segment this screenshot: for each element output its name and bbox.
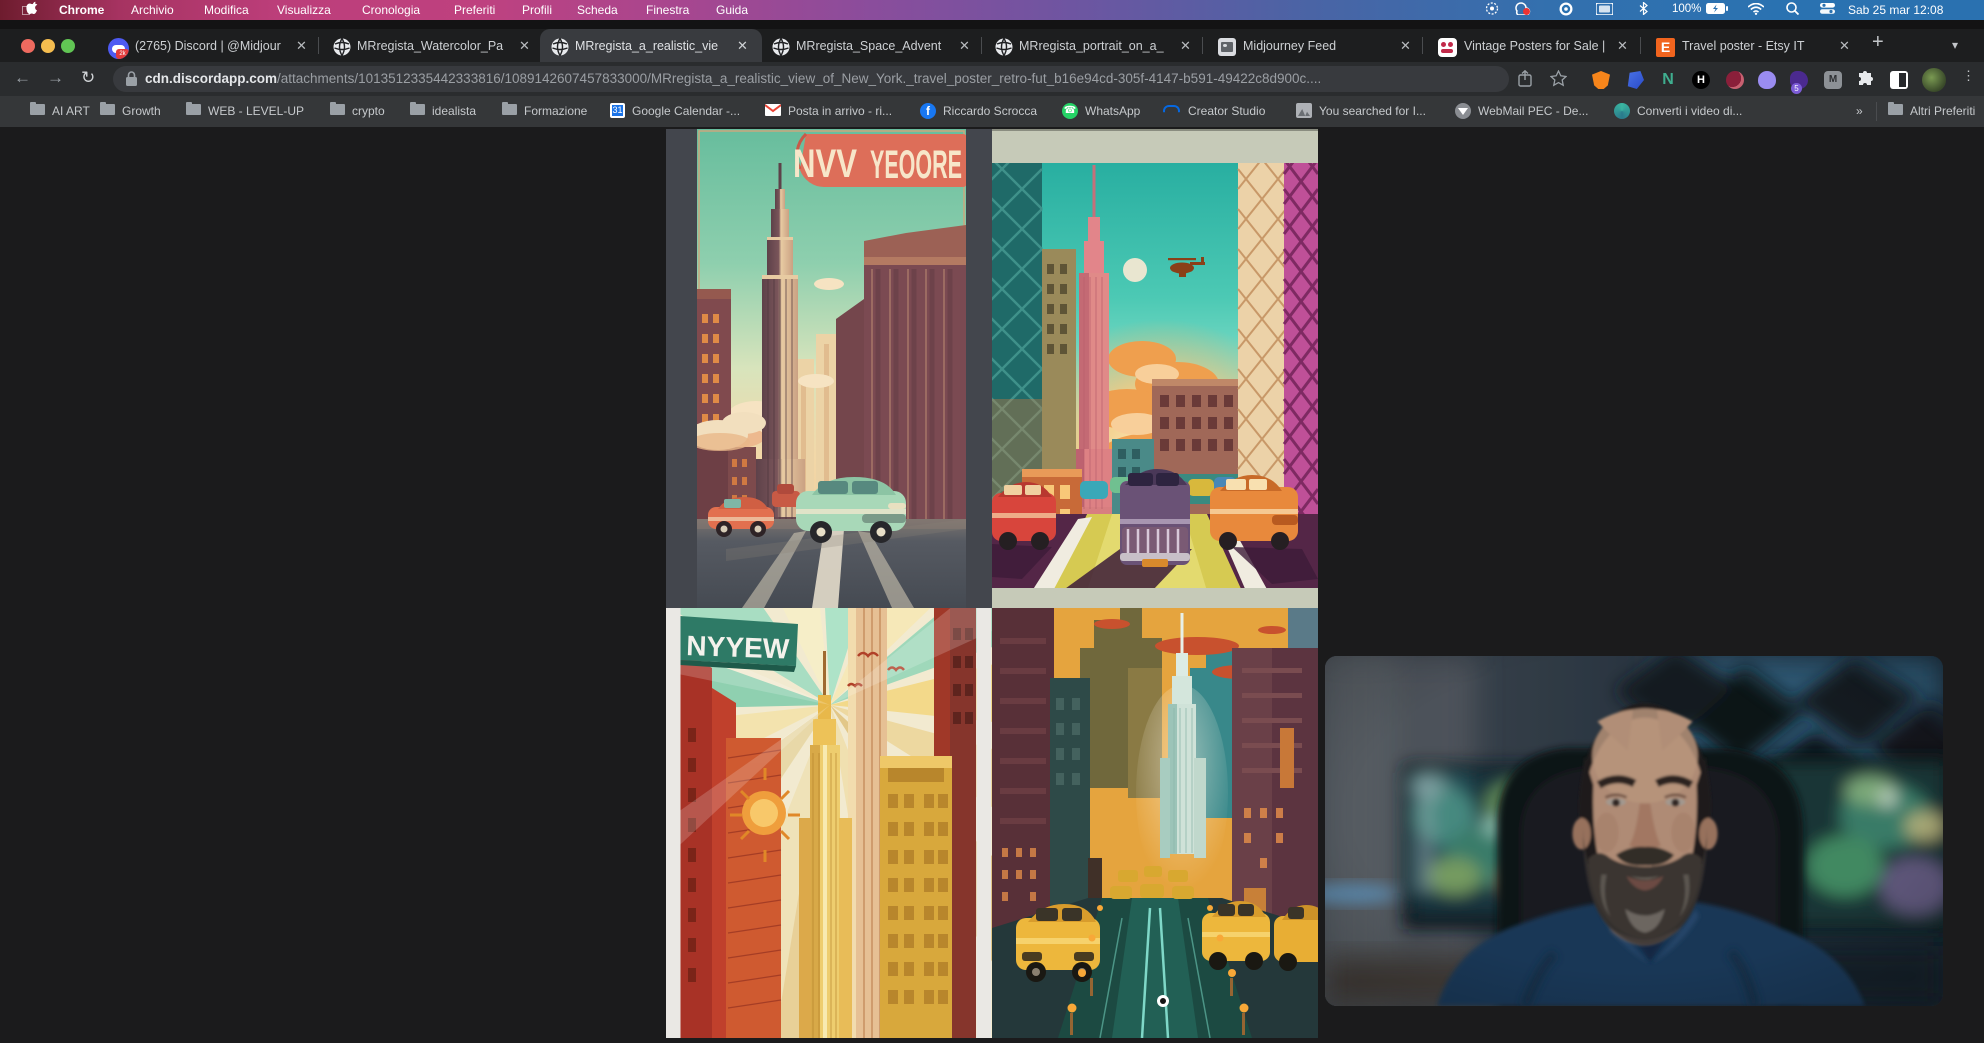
svg-text:NYYEW: NYYEW xyxy=(686,630,791,665)
svg-text:NVV: NVV xyxy=(793,142,857,186)
svg-text:YEOORE: YEOORE xyxy=(870,143,962,187)
